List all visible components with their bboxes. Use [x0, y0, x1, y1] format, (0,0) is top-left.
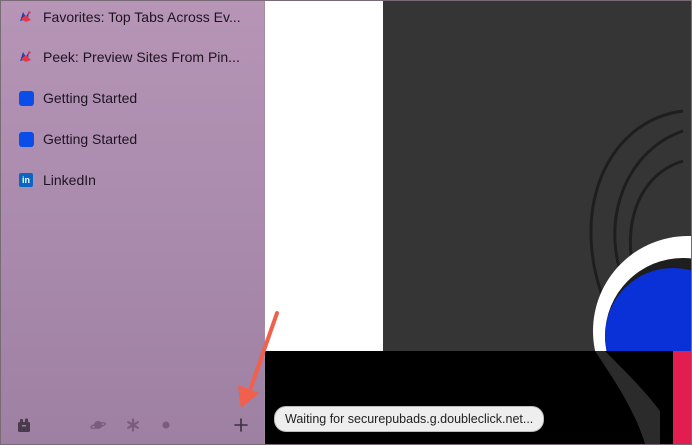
web-content[interactable]: [265, 1, 691, 444]
sidebar-tab-favorites[interactable]: Favorites: Top Tabs Across Ev...: [1, 2, 264, 32]
space-asterisk-icon[interactable]: [125, 417, 141, 433]
sidebar-tab-label: Getting Started: [43, 131, 138, 147]
sidebar-bottom-bar: [1, 404, 264, 444]
browser-window: Favorites: Top Tabs Across Ev... Peek: P…: [0, 0, 692, 445]
blue-square-icon: [18, 90, 34, 106]
linkedin-icon: in: [18, 172, 34, 188]
blue-square-icon: [18, 131, 34, 147]
sidebar-tab-label: LinkedIn: [43, 172, 96, 188]
sidebar-tab-label: Peek: Preview Sites From Pin...: [43, 49, 240, 65]
page-hero-graphic: [383, 1, 691, 351]
status-bar: Waiting for securepubads.g.doubleclick.n…: [274, 406, 545, 432]
sidebar-tab-peek[interactable]: Peek: Preview Sites From Pin...: [1, 42, 264, 72]
arc-bird-icon: [18, 49, 34, 65]
arc-bird-icon: [18, 9, 34, 25]
sidebar: Favorites: Top Tabs Across Ev... Peek: P…: [1, 1, 265, 444]
sidebar-tab-label: Favorites: Top Tabs Across Ev...: [43, 9, 241, 25]
sidebar-tab-getting-started[interactable]: Getting Started: [1, 83, 264, 113]
hero-artwork: [589, 109, 691, 351]
archive-icon[interactable]: [15, 416, 33, 434]
space-dot-icon[interactable]: [160, 419, 172, 431]
sidebar-tab-linkedin[interactable]: in LinkedIn: [1, 165, 264, 195]
sidebar-tab-getting-started[interactable]: Getting Started: [1, 124, 264, 154]
page-white-panel: [265, 1, 383, 351]
new-tab-plus-icon[interactable]: [232, 416, 250, 434]
sidebar-tab-label: Getting Started: [43, 90, 138, 106]
page-accent-bar: [673, 351, 691, 444]
space-planet-icon[interactable]: [89, 417, 107, 433]
